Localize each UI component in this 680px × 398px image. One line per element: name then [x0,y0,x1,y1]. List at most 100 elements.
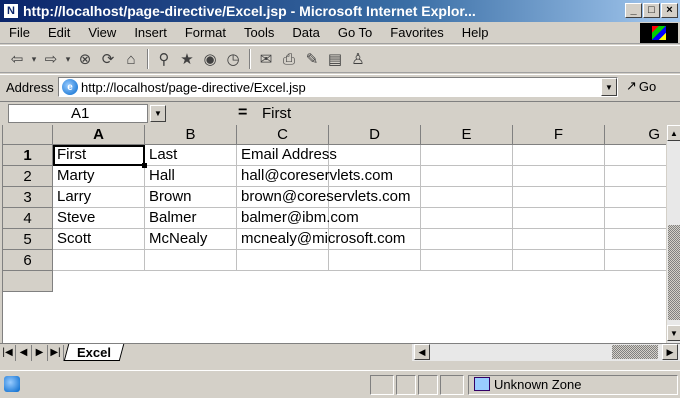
cell-c1[interactable]: Email Address [237,145,337,166]
column-header-a[interactable]: A [53,125,145,145]
cell-c4[interactable]: balmer@ibm.com [237,208,359,229]
close-button[interactable]: × [661,3,678,18]
cell-f1[interactable] [513,145,605,166]
menu-favorites[interactable]: Favorites [381,25,452,40]
cell-f2[interactable] [513,166,605,187]
cell-b1[interactable]: Last [145,145,237,166]
row-header-5[interactable]: 5 [3,229,53,250]
fill-handle[interactable] [142,163,147,168]
cell-d3[interactable] [329,187,421,208]
cell-b3[interactable]: Brown [145,187,237,208]
home-icon[interactable]: ⌂ [120,48,142,70]
cell-g1[interactable] [605,145,666,166]
row-header-2[interactable]: 2 [3,166,53,187]
title-bar[interactable]: N http://localhost/page-directive/Excel.… [0,0,680,22]
cell-c5[interactable]: mcnealy@microsoft.com [237,229,405,250]
column-header-c[interactable]: C [237,125,329,145]
back-arrow-icon[interactable]: ⇦ [6,48,28,70]
discuss-icon[interactable]: ▤ [324,48,346,70]
cell-a1[interactable]: First [53,145,145,166]
cell-e5[interactable] [421,229,513,250]
cell-b2[interactable]: Hall [145,166,237,187]
maximize-button[interactable]: □ [643,3,660,18]
favorites-icon[interactable]: ★ [176,48,198,70]
column-header-f[interactable]: F [513,125,605,145]
next-sheet-button[interactable]: ▶ [32,344,48,361]
search-icon[interactable]: ⚲ [153,48,175,70]
cell-f3[interactable] [513,187,605,208]
row-header-3[interactable]: 3 [3,187,53,208]
horizontal-scrollbar[interactable]: ◀ ▶ [412,344,680,361]
cell-d6[interactable] [329,250,421,271]
menu-edit[interactable]: Edit [39,25,79,40]
address-input[interactable]: e http://localhost/page-directive/Excel.… [58,77,618,97]
cell-f6[interactable] [513,250,605,271]
cell-a5[interactable]: Scott [53,229,145,250]
cell-g5[interactable] [605,229,666,250]
messenger-icon[interactable]: ♙ [347,48,369,70]
scroll-left-button[interactable]: ◀ [414,344,430,360]
cell-f4[interactable] [513,208,605,229]
cell-c3[interactable]: brown@coreservlets.com [237,187,410,208]
cell-g6[interactable] [605,250,666,271]
cell-e1[interactable] [421,145,513,166]
cell-a3[interactable]: Larry [53,187,145,208]
row-header-6[interactable]: 6 [3,250,53,271]
cell-a4[interactable]: Steve [53,208,145,229]
cell-e3[interactable] [421,187,513,208]
cell-g2[interactable] [605,166,666,187]
vertical-scroll-thumb[interactable] [668,225,680,320]
cell-b6[interactable] [145,250,237,271]
last-sheet-button[interactable]: ▶| [48,344,64,361]
menu-tools[interactable]: Tools [235,25,283,40]
cell-d5[interactable] [329,229,421,250]
sheet-tab-excel[interactable]: Excel [63,344,125,361]
cell-a6[interactable] [53,250,145,271]
forward-arrow-icon[interactable]: ⇨ [40,48,62,70]
cell-d4[interactable] [329,208,421,229]
row-header-4[interactable]: 4 [3,208,53,229]
menu-help[interactable]: Help [453,25,498,40]
go-button[interactable]: ↗ Go [626,78,656,94]
cell-d2[interactable] [329,166,421,187]
name-box-dropdown-button[interactable]: ▼ [150,105,166,122]
cell-a2[interactable]: Marty [53,166,145,187]
cell-c6[interactable] [237,250,329,271]
cell-g4[interactable] [605,208,666,229]
prev-sheet-button[interactable]: ◀ [16,344,32,361]
address-dropdown-button[interactable]: ▼ [601,78,617,96]
name-box[interactable]: A1 [8,104,148,123]
menu-view[interactable]: View [79,25,125,40]
row-header-1[interactable]: 1 [3,145,53,166]
spreadsheet-grid[interactable]: A B C D E F G 1 First Last Email Address… [2,125,666,343]
menu-goto[interactable]: Go To [329,25,381,40]
stop-icon[interactable]: ⊗ [74,48,96,70]
column-header-d[interactable]: D [329,125,421,145]
vertical-scrollbar[interactable]: ▲ ▼ [666,125,680,343]
history-icon[interactable]: ◷ [222,48,244,70]
cell-b5[interactable]: McNealy [145,229,237,250]
edit-icon[interactable]: ✎ [301,48,323,70]
row-header-7[interactable] [3,271,53,292]
scroll-down-button[interactable]: ▼ [667,325,680,341]
column-header-e[interactable]: E [421,125,513,145]
scroll-right-button[interactable]: ▶ [662,344,678,360]
menu-data[interactable]: Data [283,25,328,40]
media-icon[interactable]: ◉ [199,48,221,70]
forward-dropdown-icon[interactable]: ▾ [63,48,73,70]
cell-e6[interactable] [421,250,513,271]
cell-e2[interactable] [421,166,513,187]
cell-b4[interactable]: Balmer [145,208,237,229]
mail-icon[interactable]: ✉ [255,48,277,70]
refresh-icon[interactable]: ⟳ [97,48,119,70]
cell-f5[interactable] [513,229,605,250]
cell-c2[interactable]: hall@coreservlets.com [237,166,393,187]
cell-g3[interactable] [605,187,666,208]
print-icon[interactable]: ⎙ [278,48,300,70]
select-all-corner[interactable] [3,125,53,145]
scroll-up-button[interactable]: ▲ [667,125,680,141]
menu-file[interactable]: File [0,25,39,40]
address-url[interactable]: http://localhost/page-directive/Excel.js… [81,80,306,95]
cell-e4[interactable] [421,208,513,229]
column-header-b[interactable]: B [145,125,237,145]
